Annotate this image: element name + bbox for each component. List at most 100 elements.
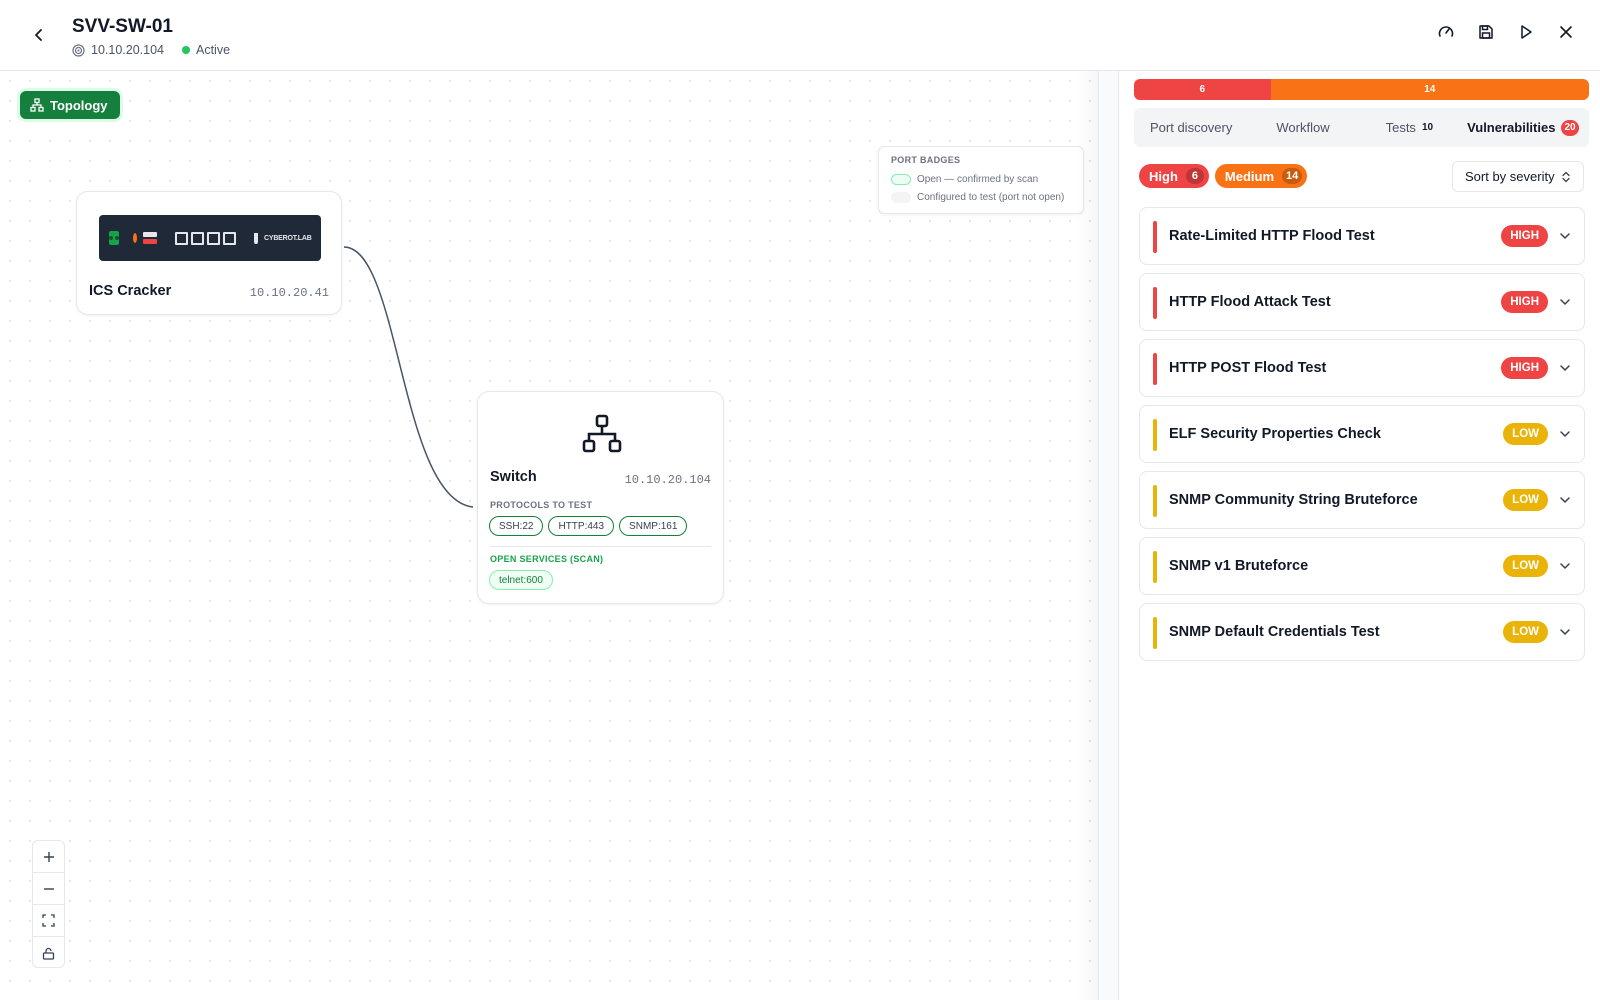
chevron-down-icon[interactable]: [1558, 295, 1572, 309]
legend-configured-label: Configured to test (port not open): [917, 191, 1065, 203]
tab-count-badge: 20: [1561, 119, 1579, 136]
serial-port-icon: [254, 232, 258, 244]
filter-label: High: [1149, 168, 1178, 184]
vulnerability-list: Rate-Limited HTTP Flood Test HIGH HTTP Flo…: [1139, 207, 1585, 669]
filter-medium[interactable]: Medium 14: [1214, 164, 1308, 188]
severity-indicator: [1153, 617, 1157, 649]
legend-configured-row: Configured to test (port not open): [891, 188, 1071, 206]
protocol-badge: SSH:22: [489, 516, 544, 536]
filter-high[interactable]: High 6: [1139, 164, 1209, 188]
tab-label: Tests: [1385, 120, 1416, 135]
tab-tests[interactable]: Tests 10: [1386, 108, 1433, 147]
panel-resize-handle[interactable]: [1098, 71, 1118, 1000]
chevron-down-icon[interactable]: [1558, 493, 1572, 507]
network-switch-icon: [582, 414, 622, 453]
gauge-button[interactable]: [1436, 22, 1456, 42]
severity-badge: LOW: [1503, 489, 1548, 511]
severity-badge: HIGH: [1501, 225, 1548, 247]
chevron-down-icon[interactable]: [1558, 361, 1572, 375]
severity-indicator: [1153, 419, 1157, 451]
tab-port-discovery[interactable]: Port discovery: [1150, 108, 1232, 147]
ethernet-ports-icon: [175, 231, 236, 245]
legend-open-swatch: [891, 173, 911, 185]
tab-vulnerabilities[interactable]: Vulnerabilities 20: [1467, 108, 1579, 147]
status-dot: [182, 46, 190, 54]
run-button[interactable]: [1516, 22, 1536, 42]
severity-badge: HIGH: [1501, 357, 1548, 379]
open-service-badge: telnet:600: [489, 570, 553, 590]
tab-label: Workflow: [1276, 120, 1330, 135]
severity-bar-medium-count: 14: [1424, 84, 1436, 95]
save-button[interactable]: [1476, 22, 1496, 42]
vulnerability-name: SNMP Community String Bruteforce: [1169, 492, 1418, 508]
sort-dropdown[interactable]: Sort by severity: [1452, 161, 1584, 192]
vulnerability-item[interactable]: Rate-Limited HTTP Flood Test HIGH: [1139, 207, 1585, 265]
severity-indicator: [1153, 485, 1157, 517]
vulnerability-item[interactable]: SNMP Community String Bruteforce LOW: [1139, 471, 1585, 529]
node-ip: 10.10.20.41: [249, 286, 329, 300]
fit-view-button[interactable]: [33, 905, 64, 937]
device-image: CYBEROT.LAB: [99, 215, 321, 261]
chevron-down-icon[interactable]: [1558, 427, 1572, 441]
legend-configured-swatch: [891, 191, 911, 203]
lock-button[interactable]: [33, 937, 64, 969]
node-divider: [490, 546, 711, 547]
severity-bar-high-count: 6: [1199, 84, 1206, 95]
filter-count: 14: [1282, 168, 1303, 184]
gauge-icon: [1438, 26, 1454, 37]
legend-title: PORT BADGES: [891, 155, 961, 165]
power-icon: [133, 233, 137, 243]
status-text: Active: [196, 43, 231, 57]
node-name: Switch: [490, 469, 537, 485]
node-switch[interactable]: Switch 10.10.20.104 PROTOCOLS TO TEST SS…: [477, 391, 724, 604]
severity-bar-medium: 14: [1270, 79, 1589, 100]
canvas-edge-shadow: [1076, 71, 1100, 1000]
close-icon: [1560, 26, 1572, 38]
severity-distribution-bar: 6 14: [1134, 79, 1589, 100]
minus-icon: [43, 887, 54, 890]
save-icon: [1479, 25, 1493, 39]
protocol-badges: SSH:22 HTTP:443 SNMP:161: [489, 516, 688, 536]
usb-port-icon: [143, 232, 157, 244]
legend-open-row: Open — confirmed by scan: [891, 170, 1071, 188]
port-badge-legend: PORT BADGES Open — confirmed by scan Con…: [878, 146, 1084, 214]
vulnerability-name: SNMP Default Credentials Test: [1169, 624, 1380, 640]
zoom-out-button[interactable]: [33, 873, 64, 905]
chevron-down-icon[interactable]: [1558, 229, 1572, 243]
topology-canvas[interactable]: Topology PORT BADGES Open — confirmed by…: [0, 71, 1100, 1000]
header-actions: [1436, 22, 1576, 42]
zoom-in-button[interactable]: [33, 841, 64, 873]
vulnerability-panel: 6 14 Port discovery Workflow Tests 10 Vu…: [1118, 71, 1600, 1000]
vulnerability-item[interactable]: SNMP Default Credentials Test LOW: [1139, 603, 1585, 661]
severity-indicator: [1153, 287, 1157, 319]
device-ip: 10.10.20.104: [91, 43, 164, 57]
node-name: ICS Cracker: [89, 283, 172, 299]
vulnerability-item[interactable]: HTTP POST Flood Test HIGH: [1139, 339, 1585, 397]
vulnerability-name: Rate-Limited HTTP Flood Test: [1169, 228, 1375, 244]
plus-icon: [43, 851, 54, 862]
severity-filters: High 6 Medium 14: [1139, 164, 1308, 188]
legend-open-label: Open — confirmed by scan: [917, 173, 1039, 185]
protocol-badge: SNMP:161: [619, 516, 688, 536]
severity-badge: HIGH: [1501, 291, 1548, 313]
lock-icon: [42, 947, 55, 960]
chevron-down-icon[interactable]: [1558, 625, 1572, 639]
page-title: SVV-SW-01: [72, 16, 173, 37]
vulnerability-item[interactable]: ELF Security Properties Check LOW: [1139, 405, 1585, 463]
chevron-down-icon[interactable]: [1558, 559, 1572, 573]
vulnerability-item[interactable]: HTTP Flood Attack Test HIGH: [1139, 273, 1585, 331]
node-ics-cracker[interactable]: CYBEROT.LAB ICS Cracker 10.10.20.41: [76, 191, 342, 315]
sort-icon: [1562, 171, 1570, 182]
back-button[interactable]: [28, 24, 50, 46]
vulnerability-name: HTTP Flood Attack Test: [1169, 294, 1331, 310]
vulnerability-item[interactable]: SNMP v1 Bruteforce LOW: [1139, 537, 1585, 595]
fit-view-icon: [42, 914, 55, 927]
tab-workflow[interactable]: Workflow: [1276, 108, 1329, 147]
sort-label: Sort by severity: [1465, 169, 1555, 184]
vulnerability-name: SNMP v1 Bruteforce: [1169, 558, 1309, 574]
severity-badge: LOW: [1503, 621, 1548, 643]
terminal-connector-icon: [109, 231, 119, 245]
close-button[interactable]: [1556, 22, 1576, 42]
play-icon: [1521, 25, 1532, 39]
severity-indicator: [1153, 551, 1157, 583]
